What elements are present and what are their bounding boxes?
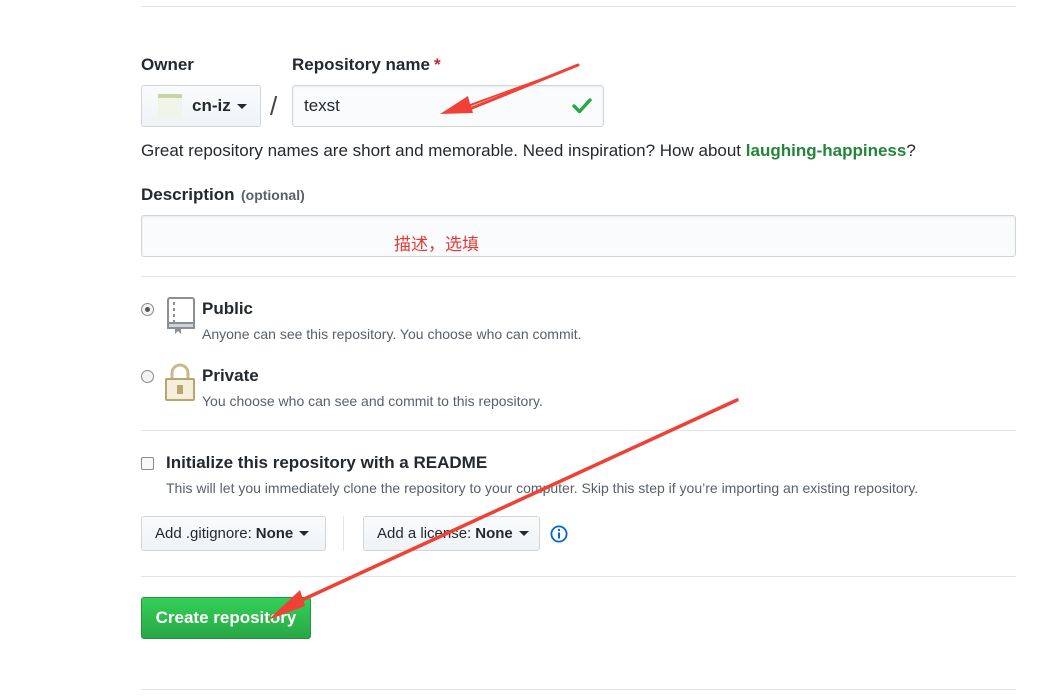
chevron-down-icon xyxy=(236,103,247,109)
license-value: None xyxy=(475,525,513,542)
private-description: You choose who can see and commit to thi… xyxy=(202,393,543,409)
repo-name-label-text: Repository name xyxy=(292,55,430,74)
divider-readme xyxy=(141,430,1016,431)
description-label-text: Description xyxy=(141,185,235,204)
readme-checkbox[interactable] xyxy=(141,457,154,470)
suggested-name-link[interactable]: laughing-happiness xyxy=(746,141,907,160)
owner-avatar xyxy=(158,94,182,118)
bottom-divider xyxy=(141,689,1016,690)
required-mark: * xyxy=(433,55,441,74)
owner-name: cn-iz xyxy=(192,96,231,115)
suggestion-text: Great repository names are short and mem… xyxy=(141,141,746,160)
license-select[interactable]: Add a license: None xyxy=(363,516,540,551)
owner-select[interactable]: cn-iz xyxy=(141,85,261,127)
description-annotation: 描述，选填 xyxy=(394,235,479,255)
create-repository-button[interactable]: Create repository xyxy=(141,597,311,639)
license-prefix: Add a license: xyxy=(377,525,472,542)
repo-icon xyxy=(167,297,195,334)
arrow-to-create-button xyxy=(268,398,739,620)
gitignore-value: None xyxy=(255,525,294,542)
description-label: Description (optional) xyxy=(141,185,305,205)
optional-hint: (optional) xyxy=(240,187,305,203)
info-icon[interactable] xyxy=(550,525,568,543)
chevron-down-icon xyxy=(299,531,310,536)
public-label: Public xyxy=(202,299,254,318)
repo-name-suggestion: Great repository names are short and mem… xyxy=(141,141,916,161)
private-radio[interactable] xyxy=(141,370,154,383)
description-input[interactable] xyxy=(141,215,1016,257)
gitignore-select[interactable]: Add .gitignore: None xyxy=(141,516,326,551)
top-divider xyxy=(141,6,1016,7)
owner-repo-separator: / xyxy=(270,91,278,121)
public-radio[interactable] xyxy=(141,303,154,316)
readme-description: This will let you immediately clone the … xyxy=(166,480,919,496)
select-divider xyxy=(343,516,344,551)
public-description: Anyone can see this repository. You choo… xyxy=(202,326,582,342)
private-label: Private xyxy=(202,366,259,385)
divider-submit xyxy=(141,576,1016,577)
chevron-down-icon xyxy=(518,531,529,536)
owner-label: Owner xyxy=(141,55,194,74)
suggestion-end: ? xyxy=(906,141,916,160)
repo-name-label: Repository name * xyxy=(292,55,441,75)
check-icon xyxy=(572,98,592,114)
repo-name-input[interactable] xyxy=(292,85,604,127)
lock-icon xyxy=(165,363,195,401)
divider-visibility xyxy=(141,276,1016,277)
readme-label: Initialize this repository with a README xyxy=(166,453,488,472)
gitignore-prefix: Add .gitignore: xyxy=(155,525,252,542)
